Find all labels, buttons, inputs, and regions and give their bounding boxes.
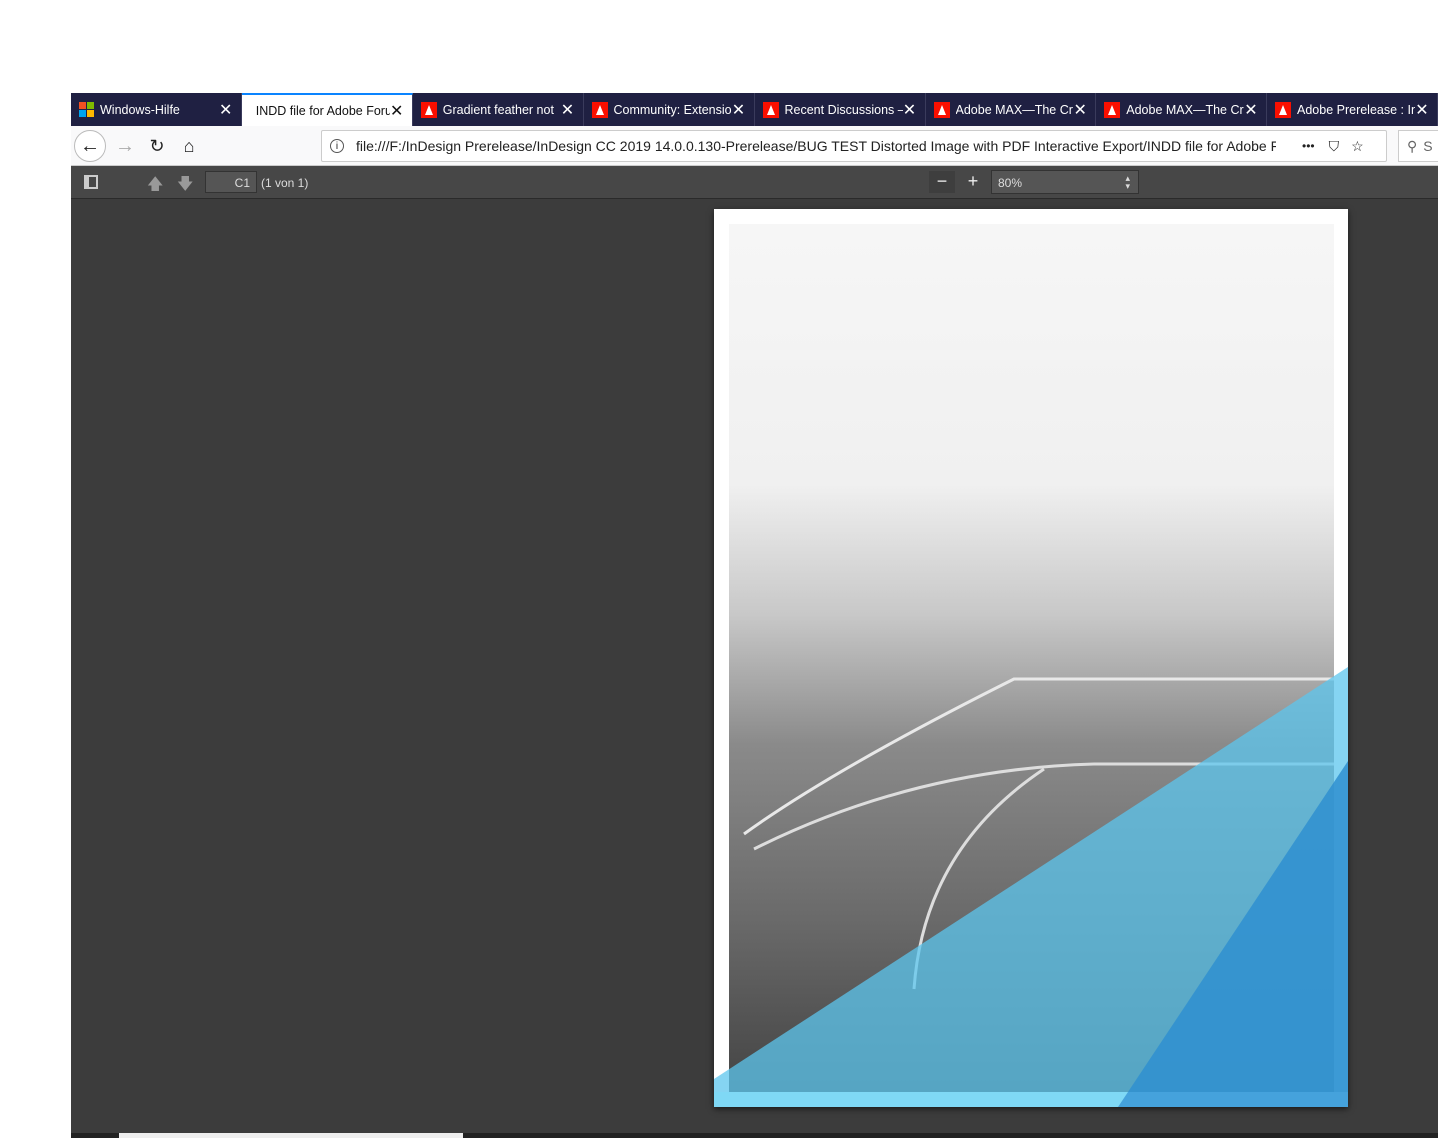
adobe-icon <box>591 101 608 118</box>
zoom-in-button[interactable]: + <box>960 171 986 193</box>
adobe-icon <box>1275 101 1291 118</box>
horizontal-scrollbar[interactable] <box>71 1133 1438 1138</box>
next-page-button[interactable]: 🡇 <box>177 173 193 200</box>
scrollbar-thumb[interactable] <box>119 1133 463 1138</box>
reload-button[interactable]: ↻ <box>145 126 169 166</box>
select-arrows-icon: ▴ ▾ <box>1125 173 1130 191</box>
adobe-icon <box>1104 101 1121 118</box>
navigation-bar: ← → ↻ ⌂ i file:///F:/InDesign Prerelease… <box>71 126 1438 166</box>
bookmark-star-icon[interactable]: ☆ <box>1351 138 1364 155</box>
close-tab-icon[interactable]: ✕ <box>1244 100 1258 120</box>
forward-button[interactable]: → <box>113 126 137 166</box>
page-image <box>714 224 1348 1107</box>
zoom-out-button[interactable]: − <box>929 171 955 193</box>
close-tab-icon[interactable]: ✕ <box>561 100 575 120</box>
zoom-value: 80% <box>998 176 1023 190</box>
tab[interactable]: Gradient feather not ✕ <box>413 93 584 126</box>
adobe-icon <box>933 101 950 118</box>
home-button[interactable]: ⌂ <box>177 126 201 166</box>
close-tab-icon[interactable]: ✕ <box>390 101 404 121</box>
search-input[interactable]: ⚲ S <box>1398 130 1438 162</box>
zoom-select[interactable]: 80% ▴ ▾ <box>991 170 1139 194</box>
url-text: file:///F:/InDesign Prerelease/InDesign … <box>356 138 1276 154</box>
tab[interactable]: Adobe Prerelease : In ✕ <box>1267 93 1438 126</box>
tab-label: Windows-Hilfe <box>100 102 180 117</box>
windows-logo-icon <box>79 102 94 117</box>
tab-label: Adobe Prerelease : In <box>1297 102 1415 117</box>
close-tab-icon[interactable]: ✕ <box>219 100 233 120</box>
close-tab-icon[interactable]: ✕ <box>1073 100 1087 120</box>
tab[interactable]: INDD file for Adobe Forum ✕ <box>241 93 413 126</box>
tab-label: Adobe MAX—The Cr <box>1126 102 1244 117</box>
pdf-toolbar: 🡅 🡇 C1 (1 von 1) − + 80% ▴ ▾ <box>71 166 1438 199</box>
tab-label: Community: Extensio <box>613 102 732 117</box>
tab-label: INDD file for Adobe Forum <box>255 103 390 118</box>
tab-bar: Windows-Hilfe ✕ INDD file for Adobe Forum ✕… <box>71 93 1438 126</box>
pdf-page <box>714 209 1348 1107</box>
previous-page-button[interactable]: 🡅 <box>147 173 163 200</box>
adobe-icon <box>420 101 437 118</box>
close-tab-icon[interactable]: ✕ <box>1415 100 1429 120</box>
more-icon[interactable]: ••• <box>1302 139 1315 153</box>
tab-label: Adobe MAX—The Cr <box>955 102 1073 117</box>
tab[interactable]: Windows-Hilfe ✕ <box>71 93 242 126</box>
tab[interactable]: Community: Extensio ✕ <box>584 93 755 126</box>
url-bar[interactable]: i file:///F:/InDesign Prerelease/InDesig… <box>321 130 1387 162</box>
tab[interactable]: Adobe MAX—The Cr ✕ <box>926 93 1097 126</box>
back-button[interactable]: ← <box>74 130 106 162</box>
close-tab-icon[interactable]: ✕ <box>903 100 917 120</box>
tab-label: Gradient feather not <box>442 102 554 117</box>
info-icon[interactable]: i <box>330 139 344 153</box>
page-count: (1 von 1) <box>261 176 309 190</box>
tab-label: Recent Discussions – <box>784 102 903 117</box>
search-placeholder: S <box>1423 138 1433 154</box>
tab[interactable]: Adobe MAX—The Cr ✕ <box>1096 93 1267 126</box>
pocket-icon[interactable]: ⛉ <box>1329 138 1340 155</box>
adobe-icon <box>762 101 779 118</box>
search-icon: ⚲ <box>1407 137 1418 154</box>
close-tab-icon[interactable]: ✕ <box>732 100 746 120</box>
tab[interactable]: Recent Discussions – ✕ <box>755 93 926 126</box>
page-number-input[interactable]: C1 <box>205 171 257 193</box>
sidebar-toggle-icon[interactable] <box>84 175 98 189</box>
